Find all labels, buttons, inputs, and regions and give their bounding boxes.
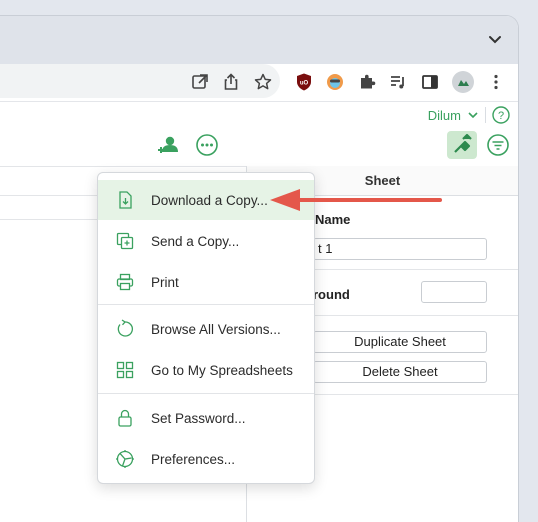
- sidepanel-icon[interactable]: [420, 72, 440, 92]
- help-icon[interactable]: ?: [492, 106, 510, 124]
- user-bar-divider: [485, 107, 486, 123]
- more-options-icon[interactable]: [194, 132, 220, 158]
- menu-item-label: Print: [151, 274, 179, 290]
- menu-separator: [98, 304, 314, 305]
- menu-item-label: Go to My Spreadsheets: [151, 362, 293, 378]
- menu-item-my-spreadsheets[interactable]: Go to My Spreadsheets: [98, 350, 314, 390]
- menu-item-browse-versions[interactable]: Browse All Versions...: [98, 309, 314, 349]
- grid-icon: [115, 360, 135, 380]
- ublock-icon[interactable]: uO: [294, 72, 314, 92]
- copy-icon: [115, 231, 135, 251]
- filter-icon[interactable]: [485, 132, 511, 158]
- format-brush-button[interactable]: [447, 131, 477, 159]
- svg-text:?: ?: [498, 110, 504, 122]
- menu-item-send-copy[interactable]: Send a Copy...: [98, 221, 314, 261]
- fox-extension-icon[interactable]: [325, 72, 345, 92]
- menu-item-label: Preferences...: [151, 451, 236, 467]
- tab-strip: [0, 16, 518, 64]
- svg-text:uO: uO: [300, 81, 309, 87]
- printer-icon: [115, 272, 135, 292]
- menu-item-label: Set Password...: [151, 410, 246, 426]
- puzzle-icon[interactable]: [357, 72, 377, 92]
- duplicate-sheet-button[interactable]: Duplicate Sheet: [313, 331, 487, 353]
- more-vert-icon[interactable]: [486, 72, 506, 92]
- menu-separator: [98, 393, 314, 394]
- star-icon[interactable]: [253, 72, 273, 92]
- lock-icon: [115, 408, 135, 428]
- sheet-name-input[interactable]: t 1: [313, 238, 487, 260]
- share-icon[interactable]: [221, 72, 241, 92]
- menu-item-label: Send a Copy...: [151, 233, 240, 249]
- menu-item-print[interactable]: Print: [98, 262, 314, 302]
- sheet-name-label: Name: [315, 212, 351, 227]
- open-in-new-icon[interactable]: [190, 72, 210, 92]
- menu-item-label: Browse All Versions...: [151, 321, 281, 337]
- more-options-menu: Download a Copy... Send a Copy... Print …: [97, 172, 315, 484]
- playlist-icon[interactable]: [388, 72, 408, 92]
- annotation-arrow: [270, 189, 442, 211]
- profile-avatar[interactable]: [452, 71, 474, 93]
- user-chevron-icon[interactable]: [467, 109, 479, 121]
- menu-item-preferences[interactable]: Preferences...: [98, 439, 314, 479]
- background-label: round: [313, 287, 350, 302]
- add-collaborator-icon[interactable]: [155, 132, 181, 158]
- menu-item-set-password[interactable]: Set Password...: [98, 398, 314, 438]
- history-icon: [115, 319, 135, 339]
- settings-icon: [115, 449, 135, 469]
- browser-toolbar: uO: [0, 64, 518, 102]
- user-bar: Dilum ?: [428, 104, 510, 126]
- download-icon: [115, 190, 135, 210]
- tab-search-chevron-icon[interactable]: [486, 30, 504, 48]
- user-name[interactable]: Dilum: [428, 108, 461, 123]
- background-color-input[interactable]: [421, 281, 487, 303]
- delete-sheet-button[interactable]: Delete Sheet: [313, 361, 487, 383]
- menu-item-label: Download a Copy...: [151, 192, 268, 208]
